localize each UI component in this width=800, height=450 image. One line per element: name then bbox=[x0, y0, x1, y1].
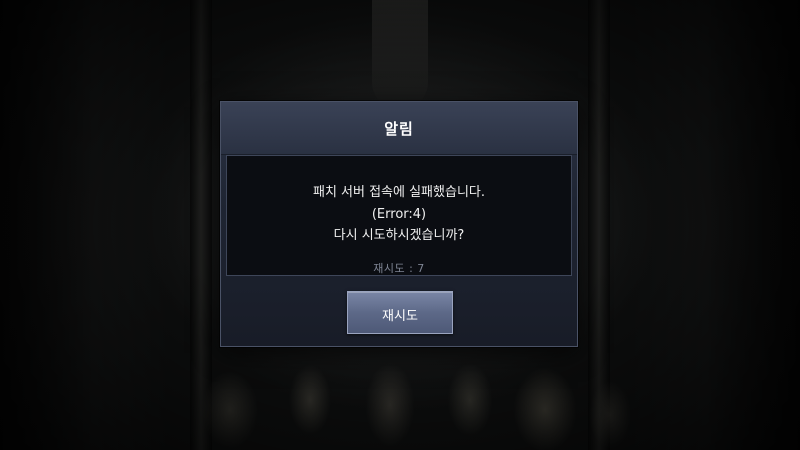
retry-count-label: 재시도 : 7 bbox=[373, 262, 425, 275]
error-message-line: 패치 서버 접속에 실패했습니다. bbox=[312, 185, 485, 200]
dialog-header: 알림 bbox=[221, 102, 577, 155]
game-screen: 알림 패치 서버 접속에 실패했습니다. (Error:4) 다시 시도하시겠습… bbox=[0, 0, 800, 450]
background-curtain-right bbox=[630, 0, 800, 450]
retry-button-label: 재시도 bbox=[382, 309, 418, 324]
background-curtain-left bbox=[0, 0, 170, 450]
dialog-title: 알림 bbox=[384, 120, 414, 138]
background-hanging-figure bbox=[372, 0, 428, 110]
retry-button[interactable]: 재시도 bbox=[347, 291, 453, 334]
background-pillar-left bbox=[190, 0, 212, 450]
retry-prompt-line: 다시 시도하시겠습니까? bbox=[333, 228, 465, 243]
dialog-message-panel: 패치 서버 접속에 실패했습니다. (Error:4) 다시 시도하시겠습니까?… bbox=[226, 155, 572, 276]
background-pillar-right bbox=[588, 0, 610, 450]
notice-dialog: 알림 패치 서버 접속에 실패했습니다. (Error:4) 다시 시도하시겠습… bbox=[220, 101, 578, 347]
background-crowd-figures bbox=[150, 340, 650, 450]
error-code-line: (Error:4) bbox=[371, 207, 427, 222]
